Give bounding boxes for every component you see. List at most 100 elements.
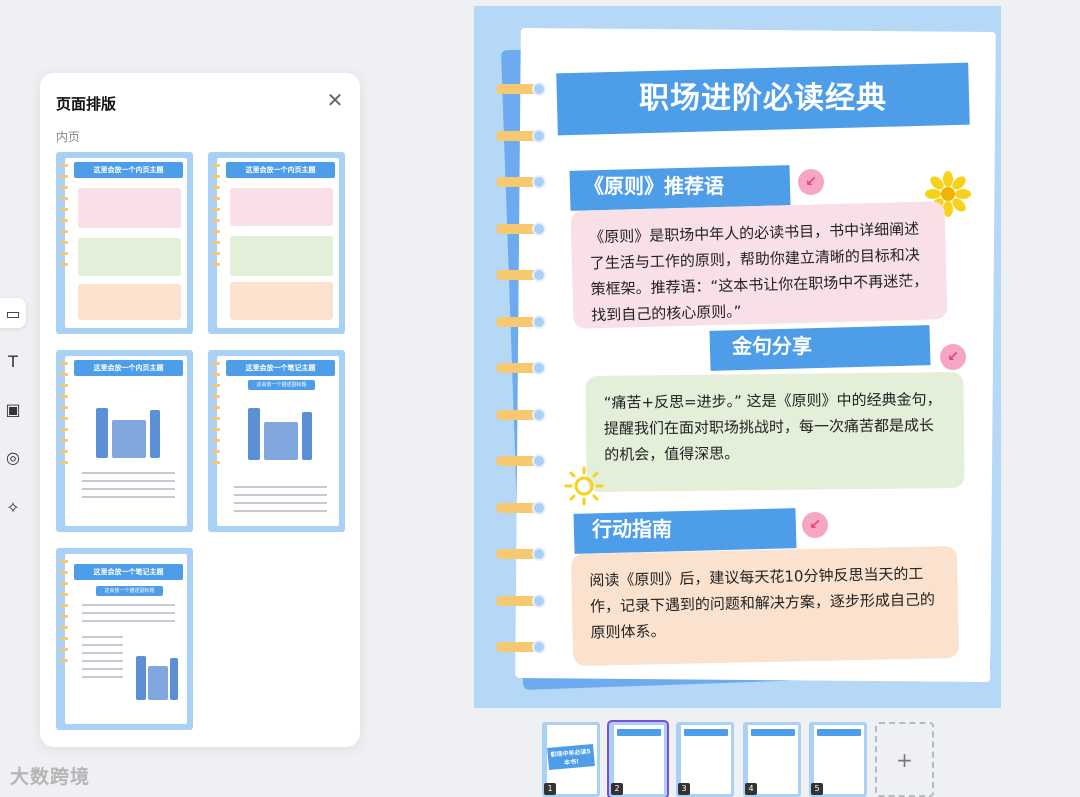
template-text-line xyxy=(234,494,327,496)
section-heading[interactable]: 金句分享 xyxy=(732,326,912,366)
add-page-button[interactable]: + xyxy=(875,722,934,797)
template-rings xyxy=(60,560,68,670)
close-icon[interactable]: ✕ xyxy=(324,89,346,111)
template-text-line xyxy=(82,488,175,490)
template-text-line xyxy=(82,472,175,474)
template-title: 这里会放一个内页主题 xyxy=(74,162,183,178)
binder-hole xyxy=(532,408,546,422)
page-thumbnail[interactable]: 职场中年必读5本书! 1 xyxy=(542,722,600,797)
page-thumbnail[interactable]: 4 xyxy=(743,722,801,797)
watermark: 大数跨境 xyxy=(10,766,91,788)
template-block xyxy=(230,282,333,320)
person-illustration xyxy=(170,658,178,700)
section-heading[interactable]: 行动指南 xyxy=(592,509,782,549)
arrow-icon: ↙ xyxy=(940,344,966,370)
boxes-illustration xyxy=(112,420,146,458)
arrow-icon: ↙ xyxy=(798,169,824,195)
template-title: 这里会放一个内页主题 xyxy=(226,162,335,178)
text-icon[interactable]: T xyxy=(0,346,26,376)
template-rings xyxy=(212,362,220,472)
template-text-line xyxy=(82,636,123,638)
binder-hole xyxy=(532,547,546,561)
template-text-line xyxy=(82,480,175,482)
panel-title: 页面排版 xyxy=(56,95,117,113)
layout-panel: 页面排版 ✕ 内页 这里会放一个内页主题 这里会放一个内页主题 这里会放一个内页… xyxy=(40,73,360,747)
template-text-line xyxy=(82,604,175,606)
binder-hole xyxy=(532,175,546,189)
page-thumbnail[interactable]: 5 xyxy=(809,722,867,797)
section-heading[interactable]: 《原则》推荐语 xyxy=(584,166,794,206)
template-text-line xyxy=(82,644,123,646)
binder-hole xyxy=(532,454,546,468)
template-block xyxy=(78,238,181,276)
binder-hole xyxy=(532,129,546,143)
template-card[interactable]: 这里会放一个内页主题 xyxy=(56,152,193,334)
template-text-line xyxy=(82,668,123,670)
binder-hole xyxy=(532,640,546,654)
binder-hole xyxy=(532,82,546,96)
boxes-illustration xyxy=(264,422,298,460)
template-card[interactable]: 这里会放一个笔记主题 这会放一个描述副标题 xyxy=(208,350,345,532)
person-illustration xyxy=(96,408,108,458)
person-illustration xyxy=(248,408,260,460)
template-text-line xyxy=(82,612,175,614)
template-card[interactable]: 这里会放一个内页主题 xyxy=(56,350,193,532)
template-text-line xyxy=(234,510,327,512)
page-number: 3 xyxy=(678,783,690,795)
layout-icon[interactable]: ▭ xyxy=(0,298,26,328)
page-number: 4 xyxy=(745,783,757,795)
template-subtitle: 这会放一个描述副标题 xyxy=(248,380,315,390)
template-text-line xyxy=(82,496,175,498)
section-card[interactable]: 阅读《原则》后，建议每天花10分钟反思当天的工作，记录下遇到的问题和解决方案，逐… xyxy=(570,545,960,667)
template-text-line xyxy=(234,502,327,504)
binder-hole xyxy=(532,361,546,375)
template-block xyxy=(230,236,333,276)
shapes-icon[interactable]: ◎ xyxy=(0,442,26,472)
template-rings xyxy=(60,362,68,472)
person-illustration xyxy=(150,410,160,458)
thumbnail-title-bar xyxy=(684,729,728,736)
section-label: 内页 xyxy=(56,130,81,144)
template-block xyxy=(78,284,181,320)
template-subtitle: 这会放一个描述副标题 xyxy=(96,586,163,596)
binder-hole xyxy=(532,501,546,515)
page-number: 1 xyxy=(544,783,556,795)
template-title: 这里会放一个笔记主题 xyxy=(226,360,335,376)
person-illustration xyxy=(136,656,146,700)
template-block xyxy=(78,188,181,228)
section-card[interactable]: “痛苦+反思=进步。” 这是《原则》中的经典金句，提醒我们在面对职场挑战时，每一… xyxy=(585,372,965,492)
template-rings xyxy=(212,164,220,274)
thumbnail-cover-title: 职场中年必读5本书! xyxy=(547,744,595,770)
template-title: 这里会放一个内页主题 xyxy=(74,360,183,376)
person-illustration xyxy=(302,412,312,460)
template-text-line xyxy=(82,660,123,662)
sparkle-icon[interactable]: ✧ xyxy=(0,492,26,522)
arrow-icon: ↙ xyxy=(802,512,828,538)
template-text-line xyxy=(234,486,327,488)
binder-hole xyxy=(532,315,546,329)
boxes-illustration xyxy=(148,666,168,700)
binder-hole xyxy=(532,268,546,282)
document-canvas[interactable]: 职场进阶必读经典 《原则》推荐语 ↙ 《原则》是职场中年人的必读书目，书中详细阐… xyxy=(474,6,1001,708)
template-rings xyxy=(60,164,68,274)
section-card[interactable]: 《原则》是职场中年人的必读书目，书中详细阐述了生活与工作的原则，帮助你建立清晰的… xyxy=(570,201,948,329)
binder-hole xyxy=(532,222,546,236)
sun-icon xyxy=(564,466,604,506)
template-title: 这里会放一个笔记主题 xyxy=(74,564,183,580)
thumbnail-title-bar xyxy=(751,729,795,736)
template-text-line xyxy=(82,676,123,678)
page-thumbnail[interactable]: 3 xyxy=(676,722,734,797)
page-number: 2 xyxy=(611,783,623,795)
template-block xyxy=(230,188,333,226)
template-text-line xyxy=(82,620,175,622)
page-number: 5 xyxy=(811,783,823,795)
document-title[interactable]: 职场进阶必读经典 xyxy=(557,68,969,130)
thumbnail-title-bar xyxy=(817,729,861,736)
binder-hole xyxy=(532,594,546,608)
template-text-line xyxy=(82,652,123,654)
template-card[interactable]: 这里会放一个笔记主题 这会放一个描述副标题 xyxy=(56,548,193,730)
template-card[interactable]: 这里会放一个内页主题 xyxy=(208,152,345,334)
thumbnail-title-bar xyxy=(617,729,661,736)
image-icon[interactable]: ▣ xyxy=(0,394,26,424)
page-thumbnail-selected[interactable]: 2 xyxy=(607,720,669,797)
